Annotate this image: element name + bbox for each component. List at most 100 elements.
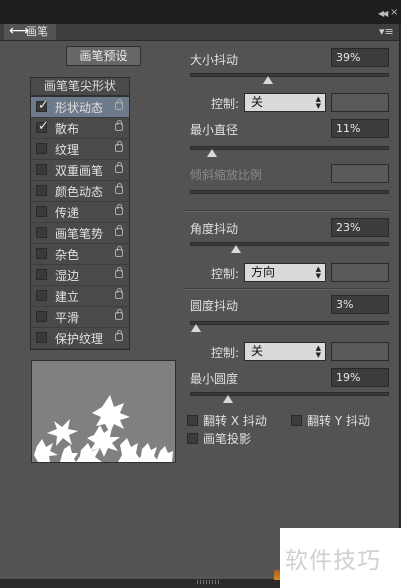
flip-x-label: 翻转 X 抖动: [203, 414, 267, 428]
updown-arrow-icon: ▲ ▼: [315, 265, 321, 280]
brush-option-row[interactable]: 颜色动态: [31, 181, 129, 202]
maple-leaf-strokes: [34, 395, 173, 462]
brush-option-checkbox[interactable]: ✓: [36, 119, 49, 134]
size-jitter-slider-track[interactable]: [190, 73, 389, 77]
lock-icon[interactable]: [115, 141, 123, 152]
lock-icon[interactable]: [115, 288, 123, 299]
top-strip: [0, 0, 401, 24]
panel-menu-icon[interactable]: ▾≡: [379, 25, 394, 38]
brush-option-label: 画笔笔势: [55, 227, 104, 241]
brush-option-row[interactable]: 双重画笔: [31, 160, 129, 181]
lock-icon[interactable]: [115, 162, 123, 173]
brush-option-label: 颜色动态: [55, 185, 104, 199]
brush-option-checkbox[interactable]: ✓: [36, 98, 49, 113]
size-jitter-label: 大小抖动: [190, 53, 239, 67]
roundness-control-label: 控制:: [211, 346, 240, 360]
min-diameter-slider-track[interactable]: [190, 146, 389, 150]
size-control-value: 关: [251, 95, 264, 109]
roundness-control-fade-input: [331, 342, 389, 361]
size-control-label: 控制:: [211, 97, 240, 111]
min-diameter-slider-thumb[interactable]: [206, 149, 217, 157]
brush-projection-checkbox[interactable]: [187, 433, 198, 444]
brush-option-label: 传递: [55, 206, 80, 220]
brush-option-row[interactable]: ✓ 形状动态: [31, 97, 129, 118]
brush-option-row[interactable]: 纹理: [31, 139, 129, 160]
section-divider: [183, 210, 390, 212]
angle-jitter-input[interactable]: 23%: [331, 218, 389, 237]
resize-cursor-icon: ⟷: [9, 23, 30, 39]
brush-option-row[interactable]: 平滑: [31, 307, 129, 328]
brush-projection-label: 画笔投影: [203, 432, 252, 446]
brush-option-label: 纹理: [55, 143, 80, 157]
flip-y-label: 翻转 Y 抖动: [307, 414, 370, 428]
size-jitter-input[interactable]: 39%: [331, 48, 389, 67]
flip-y-checkbox[interactable]: [291, 415, 302, 426]
brush-option-checkbox[interactable]: [36, 311, 47, 322]
brush-option-row[interactable]: 湿边: [31, 265, 129, 286]
brush-option-label: 形状动态: [55, 101, 104, 115]
brush-option-label: 双重画笔: [55, 164, 104, 178]
lock-icon[interactable]: [115, 309, 123, 320]
brush-option-row[interactable]: ✓ 散布: [31, 118, 129, 139]
min-diameter-input[interactable]: 11%: [331, 119, 389, 138]
brush-stroke-preview: [31, 360, 176, 463]
brush-option-label: 湿边: [55, 269, 80, 283]
brush-option-row[interactable]: 建立: [31, 286, 129, 307]
brush-option-checkbox[interactable]: [36, 227, 47, 238]
brush-tip-shape-header[interactable]: 画笔笔尖形状: [30, 77, 130, 96]
brush-option-checkbox[interactable]: [36, 206, 47, 217]
lock-icon[interactable]: [115, 99, 123, 110]
brush-option-label: 保护纹理: [55, 332, 104, 346]
angle-jitter-slider-track[interactable]: [190, 242, 389, 246]
lock-icon[interactable]: [115, 225, 123, 236]
brush-option-checkbox[interactable]: [36, 185, 47, 196]
updown-arrow-icon: ▲ ▼: [315, 344, 321, 359]
brush-option-checkbox[interactable]: [36, 269, 47, 280]
collapse-double-arrow-icon[interactable]: ◀◀: [378, 9, 388, 18]
roundness-jitter-input[interactable]: 3%: [331, 295, 389, 314]
close-icon[interactable]: ×: [390, 7, 398, 18]
brush-option-row[interactable]: 保护纹理: [31, 328, 129, 349]
size-control-fade-input: [331, 93, 389, 112]
min-roundness-slider-track[interactable]: [190, 392, 389, 396]
min-roundness-label: 最小圆度: [190, 372, 239, 386]
angle-control-dropdown[interactable]: 方向 ▲ ▼: [244, 263, 326, 282]
lock-icon[interactable]: [115, 120, 123, 131]
min-diameter-label: 最小直径: [190, 123, 239, 137]
angle-jitter-label: 角度抖动: [190, 222, 239, 236]
roundness-jitter-label: 圆度抖动: [190, 299, 239, 313]
section-divider: [183, 288, 390, 290]
min-roundness-input[interactable]: 19%: [331, 368, 389, 387]
checkmark-icon: ✓: [38, 98, 49, 113]
min-roundness-slider-thumb[interactable]: [222, 395, 233, 403]
brush-presets-button[interactable]: 画笔预设: [66, 46, 141, 66]
angle-jitter-slider-thumb[interactable]: [230, 245, 241, 253]
brush-option-checkbox[interactable]: [36, 290, 47, 301]
roundness-control-dropdown[interactable]: 关 ▲ ▼: [244, 342, 326, 361]
size-control-dropdown[interactable]: 关 ▲ ▼: [244, 93, 326, 112]
brush-option-row[interactable]: 传递: [31, 202, 129, 223]
size-jitter-slider-thumb[interactable]: [262, 76, 273, 84]
brush-option-checkbox[interactable]: [36, 164, 47, 175]
roundness-jitter-slider-track[interactable]: [190, 321, 389, 325]
lock-icon[interactable]: [115, 246, 123, 257]
flip-x-checkbox[interactable]: [187, 415, 198, 426]
angle-control-value: 方向: [251, 265, 276, 279]
tilt-scale-slider-track: [190, 190, 389, 194]
brush-option-row[interactable]: 杂色: [31, 244, 129, 265]
brush-option-checkbox[interactable]: [36, 332, 47, 343]
lock-icon[interactable]: [115, 204, 123, 215]
lock-icon[interactable]: [115, 183, 123, 194]
brush-option-checkbox[interactable]: [36, 143, 47, 154]
roundness-jitter-slider-thumb[interactable]: [190, 324, 201, 332]
brush-tab-label: 画笔: [26, 25, 48, 38]
resize-grip-icon[interactable]: [197, 580, 219, 584]
brush-option-checkbox[interactable]: [36, 248, 47, 259]
lock-icon[interactable]: [115, 330, 123, 341]
angle-control-label: 控制:: [211, 267, 240, 281]
brush-option-label: 散布: [55, 122, 80, 136]
brush-option-row[interactable]: 画笔笔势: [31, 223, 129, 244]
lock-icon[interactable]: [115, 267, 123, 278]
roundness-control-value: 关: [251, 344, 264, 358]
checkmark-icon: ✓: [38, 119, 49, 134]
